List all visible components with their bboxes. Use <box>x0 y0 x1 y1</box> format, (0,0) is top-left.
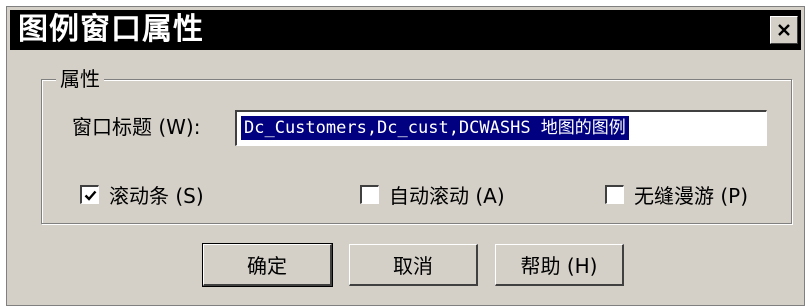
window-title-input[interactable]: Dc_Customers,Dc_cust,DCWASHS 地图的图例 <box>235 110 767 146</box>
properties-groupbox: 属性 窗口标题 (W): Dc_Customers,Dc_cust,DCWASH… <box>41 66 792 224</box>
window-title-label: 窗口标题 (W): <box>72 115 201 139</box>
check-icon <box>84 190 96 201</box>
cancel-button[interactable]: 取消 <box>349 244 478 286</box>
scrollbar-checkbox[interactable] <box>80 185 99 204</box>
window-title-value: Dc_Customers,Dc_cust,DCWASHS 地图的图例 <box>241 116 629 140</box>
seamless-roam-option[interactable]: 无缝漫游 (P) <box>605 180 748 209</box>
autoscroll-option[interactable]: 自动滚动 (A) <box>360 180 505 209</box>
legend-properties-dialog: 图例窗口属性 属性 窗口标题 (W): Dc_Customers,Dc_cust… <box>6 6 805 306</box>
close-button[interactable] <box>770 16 798 44</box>
seamless-roam-label: 无缝漫游 (P) <box>634 184 749 208</box>
group-label: 属性 <box>56 66 104 92</box>
autoscroll-label: 自动滚动 (A) <box>389 184 505 208</box>
help-button[interactable]: 帮助 (H) <box>495 244 624 286</box>
scrollbar-option[interactable]: 滚动条 (S) <box>80 180 204 209</box>
ok-button[interactable]: 确定 <box>202 243 333 287</box>
window-title: 图例窗口属性 <box>18 12 204 47</box>
scrollbar-label: 滚动条 (S) <box>109 184 204 208</box>
autoscroll-checkbox[interactable] <box>360 185 379 204</box>
close-icon <box>778 24 790 36</box>
seamless-roam-checkbox[interactable] <box>605 185 624 204</box>
title-bar[interactable]: 图例窗口属性 <box>10 10 801 50</box>
